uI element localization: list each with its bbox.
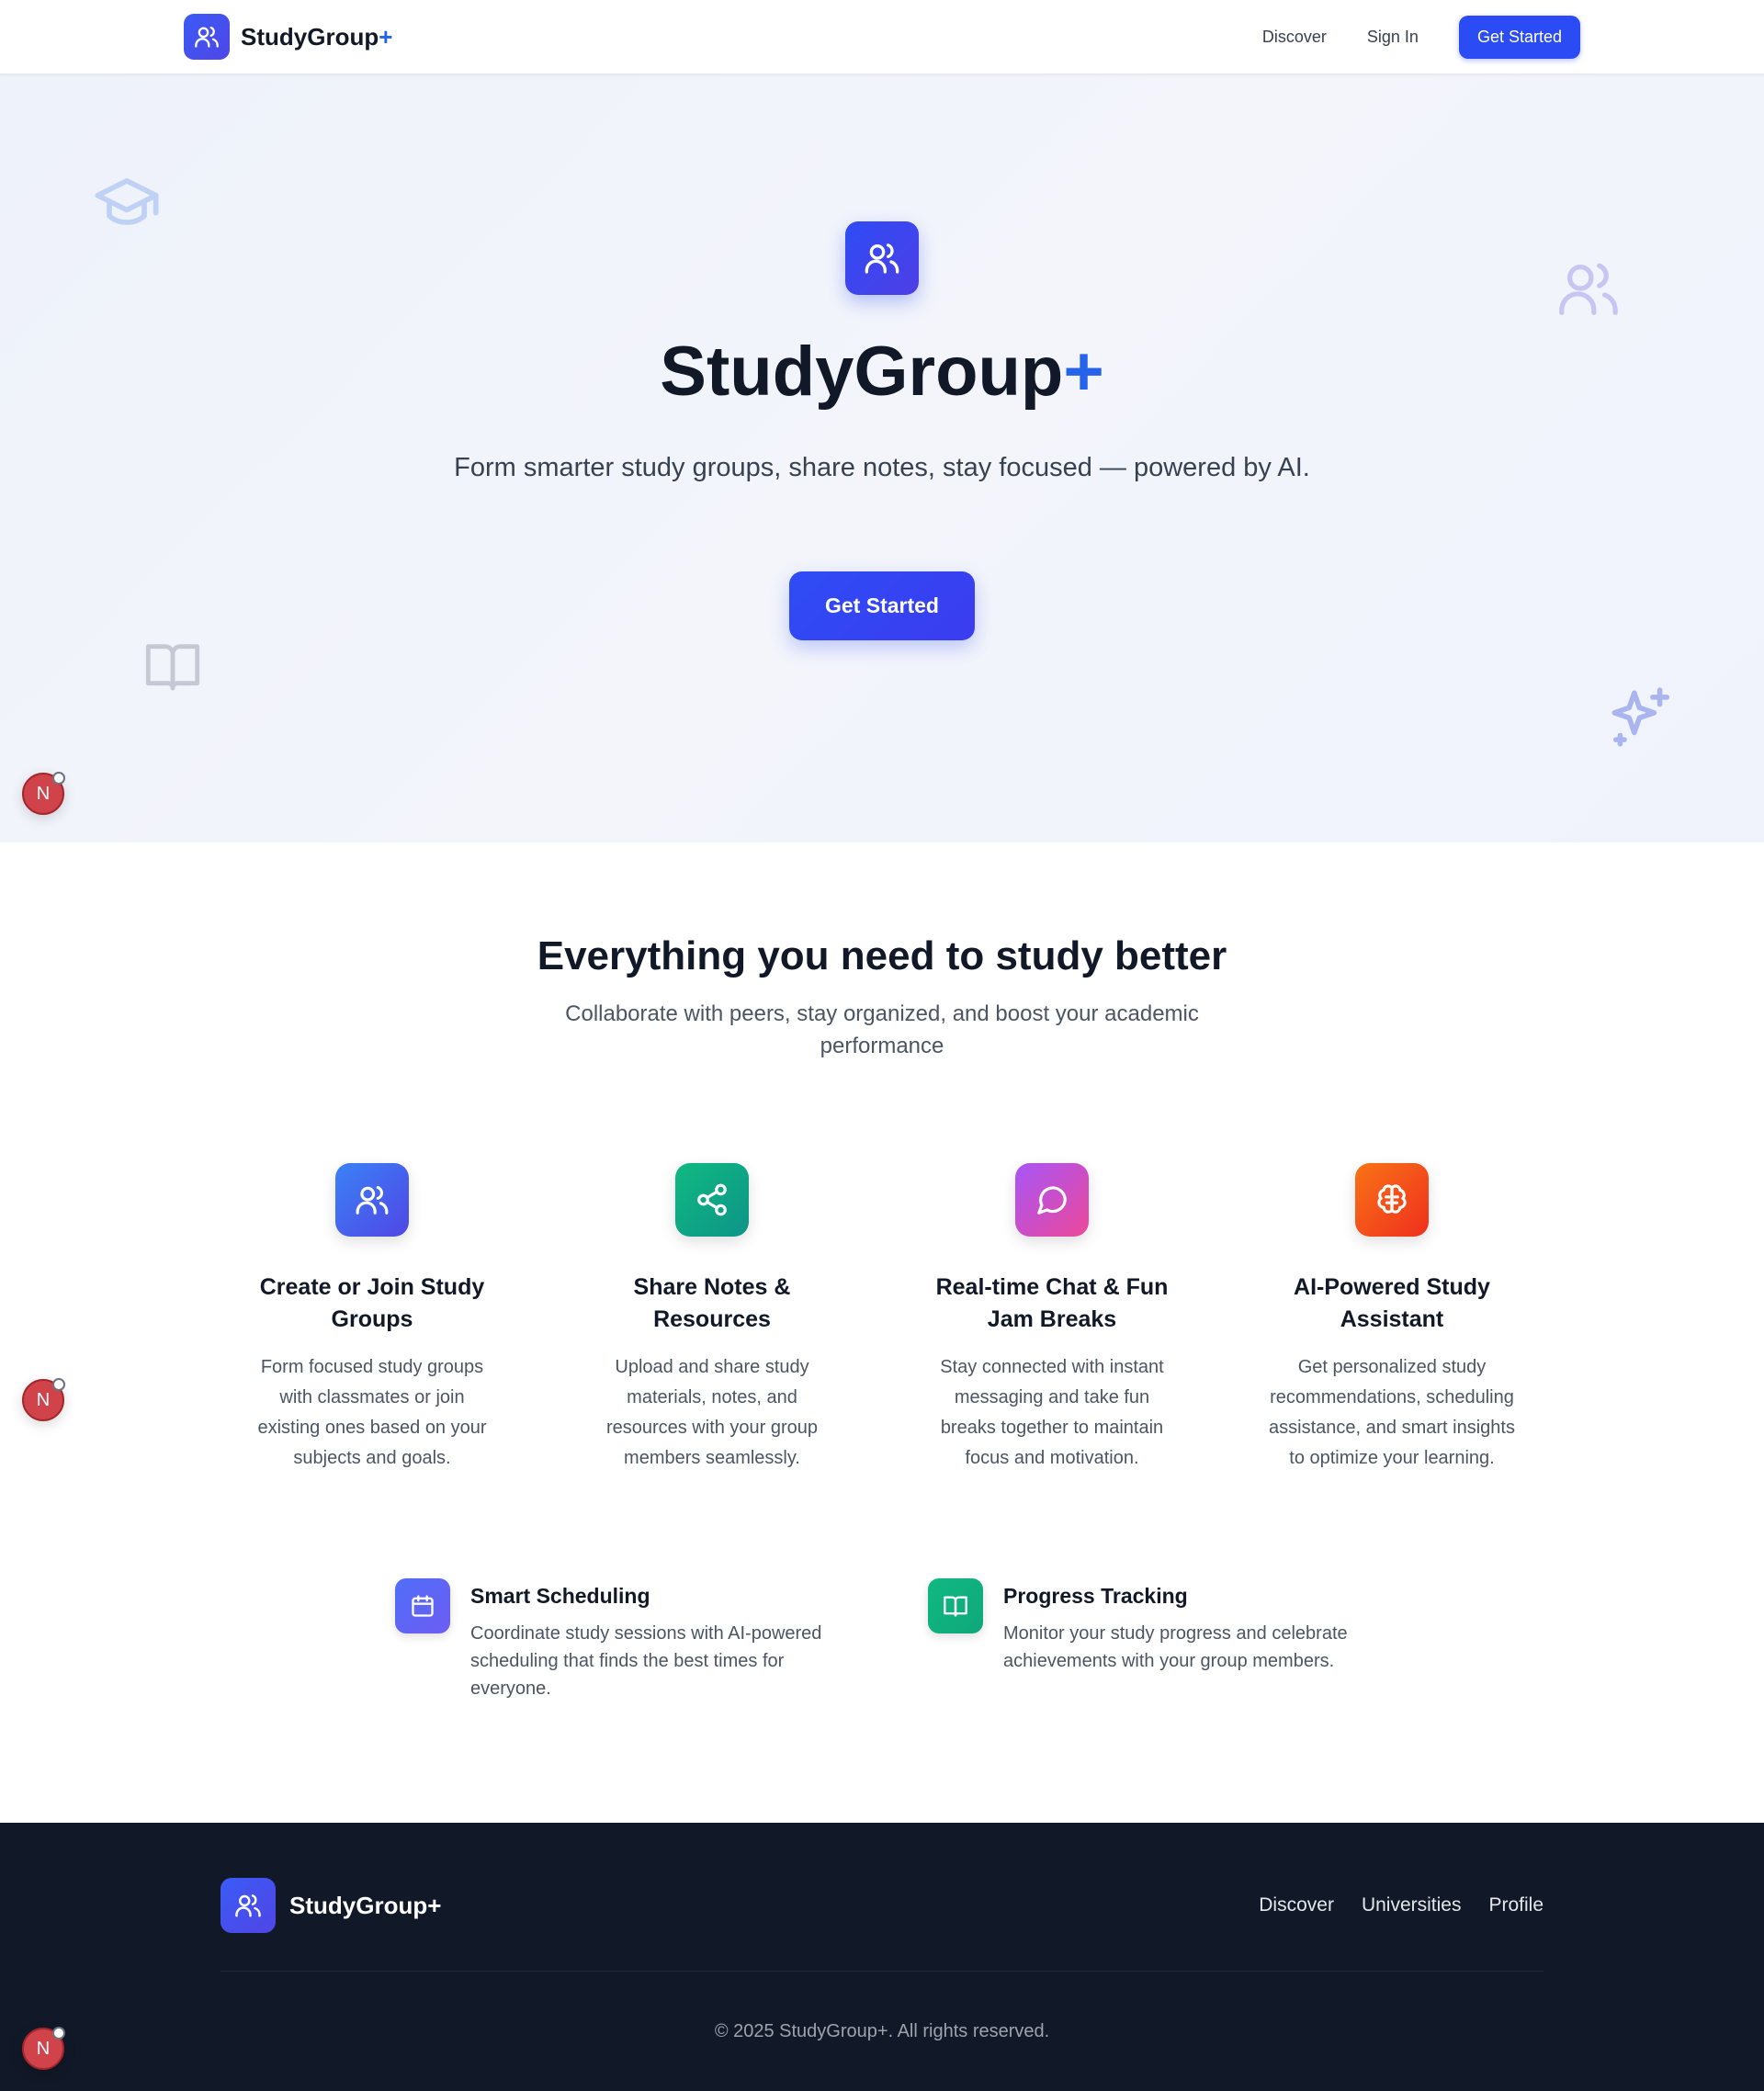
features-title: Everything you need to study better xyxy=(537,933,1227,978)
hero-get-started-button[interactable]: Get Started xyxy=(789,571,975,640)
footer-copyright: © 2025 StudyGroup+. All rights reserved. xyxy=(714,2021,1050,2041)
calendar-icon xyxy=(395,1578,450,1633)
floating-n-badge[interactable]: N xyxy=(22,772,65,815)
users-icon xyxy=(1559,263,1618,315)
feature-title: Real-time Chat & Fun Jam Breaks xyxy=(935,1274,1169,1332)
feature-description: Get personalized study recommendations, … xyxy=(1269,1357,1515,1468)
feature-title: AI-Powered Study Assistant xyxy=(1294,1274,1490,1332)
hero-section: StudyGroup+ Form smarter study groups, s… xyxy=(0,74,1764,842)
message-circle-icon xyxy=(1015,1163,1089,1237)
extra-feature-description: Monitor your study progress and celebrat… xyxy=(1003,1623,1348,1671)
hero-title: StudyGroup+ xyxy=(660,333,1104,411)
feature-description: Stay connected with instant messaging an… xyxy=(940,1357,1164,1468)
sparkles-icon xyxy=(1611,687,1670,747)
share-icon xyxy=(675,1163,749,1237)
footer-brand: StudyGroup+ xyxy=(289,1891,442,1919)
nav-discover-link[interactable]: Discover xyxy=(1262,28,1327,47)
footer-divider xyxy=(220,1971,1544,1972)
feature-description: Upload and share study materials, notes,… xyxy=(605,1357,819,1468)
extra-feature-progress: Progress Tracking Monitor your study pro… xyxy=(928,1578,1369,1675)
feature-description: Form focused study groups with classmate… xyxy=(257,1357,487,1468)
extra-feature-scheduling: Smart Scheduling Coordinate study sessio… xyxy=(395,1578,836,1702)
feature-title: Create or Join Study Groups xyxy=(259,1274,485,1332)
footer-profile-link[interactable]: Profile xyxy=(1488,1894,1544,1916)
footer-universities-link[interactable]: Universities xyxy=(1362,1894,1462,1916)
features-subtitle: Collaborate with peers, stay organized, … xyxy=(565,1001,1199,1058)
footer-logo[interactable]: StudyGroup+ xyxy=(220,1878,441,1933)
graduation-cap-icon xyxy=(95,177,159,225)
users-icon xyxy=(184,14,230,60)
brand-name: StudyGroup+ xyxy=(241,22,393,51)
feature-card-share: Share Notes & Resources Upload and share… xyxy=(588,1163,836,1474)
nav-logo[interactable]: StudyGroup+ xyxy=(184,14,392,60)
brain-icon xyxy=(1355,1163,1429,1237)
users-icon xyxy=(335,1163,409,1237)
nav-sign-in-link[interactable]: Sign In xyxy=(1367,28,1419,47)
book-open-icon xyxy=(145,644,200,691)
extra-feature-title: Smart Scheduling xyxy=(470,1584,650,1608)
hero-subtitle: Form smarter study groups, share notes, … xyxy=(454,453,1310,482)
feature-card-ai: AI-Powered Study Assistant Get personali… xyxy=(1268,1163,1516,1474)
floating-n-badge[interactable]: N xyxy=(22,1378,65,1421)
footer-discover-link[interactable]: Discover xyxy=(1259,1894,1334,1916)
extra-feature-description: Coordinate study sessions with AI-powere… xyxy=(470,1623,822,1699)
book-open-icon xyxy=(928,1578,983,1633)
feature-title: Share Notes & Resources xyxy=(633,1274,791,1332)
hero-logo-icon xyxy=(845,221,919,295)
top-navbar: StudyGroup+ Discover Sign In Get Started xyxy=(0,0,1764,74)
feature-card-chat: Real-time Chat & Fun Jam Breaks Stay con… xyxy=(928,1163,1176,1474)
extra-feature-title: Progress Tracking xyxy=(1003,1584,1188,1608)
footer: StudyGroup+ Discover Universities Profil… xyxy=(0,1823,1764,2091)
floating-n-badge[interactable]: N xyxy=(22,2027,65,2070)
feature-card-groups: Create or Join Study Groups Form focused… xyxy=(248,1163,496,1474)
users-icon xyxy=(220,1878,276,1933)
nav-get-started-button[interactable]: Get Started xyxy=(1458,16,1580,59)
